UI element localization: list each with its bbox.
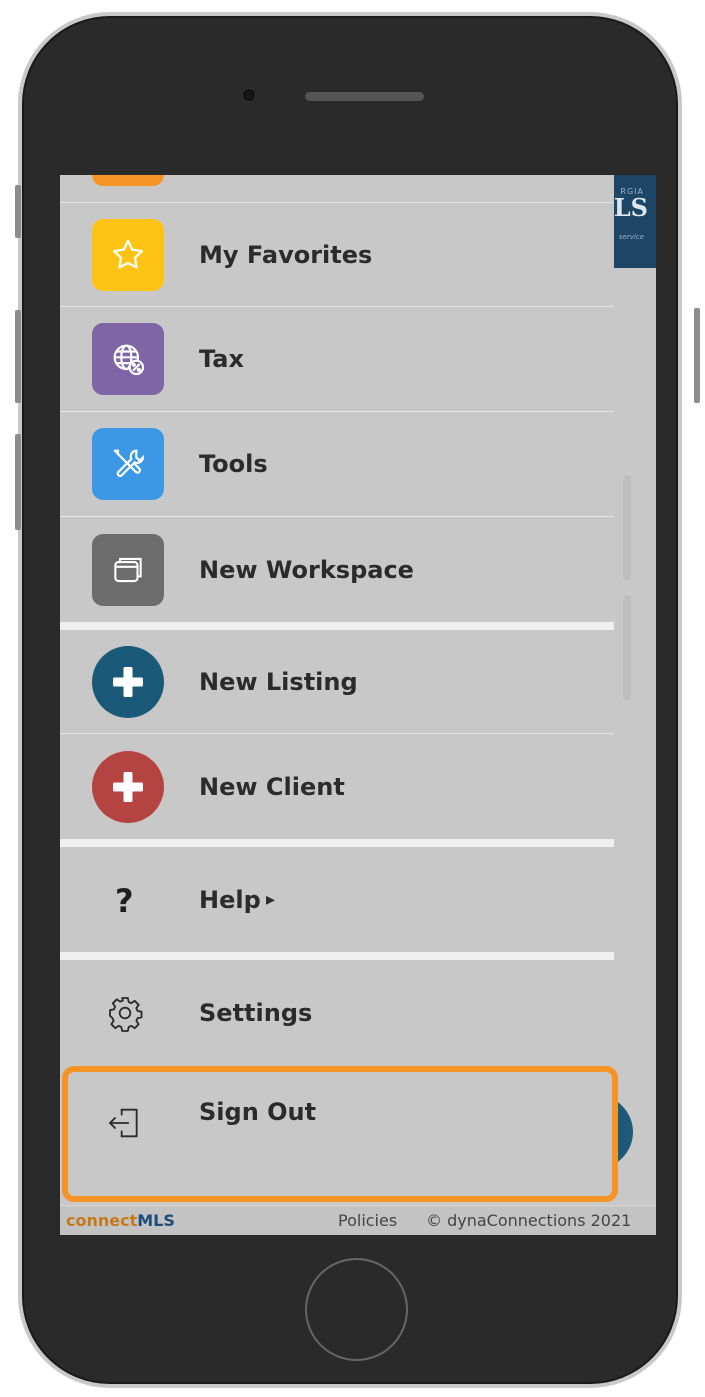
app-footer: connectMLS Policies © dynaConnections 20…	[60, 1205, 656, 1235]
window-icon	[92, 533, 164, 606]
phone-power-button	[694, 308, 700, 403]
phone-camera	[243, 89, 255, 101]
menu-item-new-listing[interactable]: New Listing	[60, 630, 614, 734]
chevron-right-icon: ▸	[266, 889, 276, 910]
menu-item-label: Tools	[199, 450, 268, 478]
gear-icon	[105, 993, 145, 1033]
menu-item-tax[interactable]: Tax	[60, 307, 614, 412]
menu-item-partial[interactable]	[60, 175, 614, 203]
menu-item-label: New Client	[199, 772, 345, 801]
menu-item-settings[interactable]: Settings	[60, 960, 614, 1065]
menu-divider	[60, 839, 614, 847]
menu-item-label: Help	[199, 885, 261, 914]
menu-item-label: New Listing	[199, 667, 358, 696]
background-panel	[623, 595, 631, 700]
tools-icon	[92, 428, 164, 500]
menu-item-label: New Workspace	[199, 555, 414, 584]
phone-screen: RGIA LS service My Favorites Tax Tools N…	[60, 175, 656, 1235]
sign-out-icon	[105, 1103, 145, 1143]
side-menu: My Favorites Tax Tools New Workspace New…	[60, 175, 614, 1205]
menu-item-help[interactable]: ? Help ▸	[60, 847, 614, 952]
menu-item-label: Settings	[199, 998, 313, 1027]
menu-item-label: My Favorites	[199, 240, 373, 269]
menu-item-tools[interactable]: Tools	[60, 412, 614, 517]
menu-divider	[60, 622, 614, 630]
phone-speaker	[305, 92, 424, 101]
menu-item-new-workspace[interactable]: New Workspace	[60, 517, 614, 622]
question-icon: ?	[115, 882, 134, 920]
phone-volume-up-button	[15, 310, 21, 403]
partial-item-icon	[92, 175, 164, 186]
star-icon	[92, 218, 164, 291]
globe-percent-icon	[92, 323, 164, 395]
phone-side-button	[15, 185, 21, 238]
phone-volume-down-button	[15, 434, 21, 530]
menu-item-label: Tax	[199, 345, 244, 373]
menu-divider	[60, 952, 614, 960]
menu-item-my-favorites[interactable]: My Favorites	[60, 203, 614, 307]
brand-logo: connectMLS	[66, 1211, 175, 1230]
plus-circle-icon	[92, 750, 164, 823]
plus-circle-icon	[92, 645, 164, 718]
policies-link[interactable]: Policies	[338, 1211, 397, 1230]
logo-sub-text: service	[618, 233, 644, 241]
menu-item-sign-out[interactable]: Sign Out	[60, 1065, 614, 1175]
menu-item-label: Sign Out	[199, 1098, 317, 1126]
app-logo: LS	[613, 193, 648, 222]
menu-item-new-client[interactable]: New Client	[60, 734, 614, 839]
copyright-text: © dynaConnections 2021	[426, 1211, 632, 1230]
background-panel	[623, 475, 631, 580]
phone-home-button[interactable]	[305, 1258, 408, 1361]
